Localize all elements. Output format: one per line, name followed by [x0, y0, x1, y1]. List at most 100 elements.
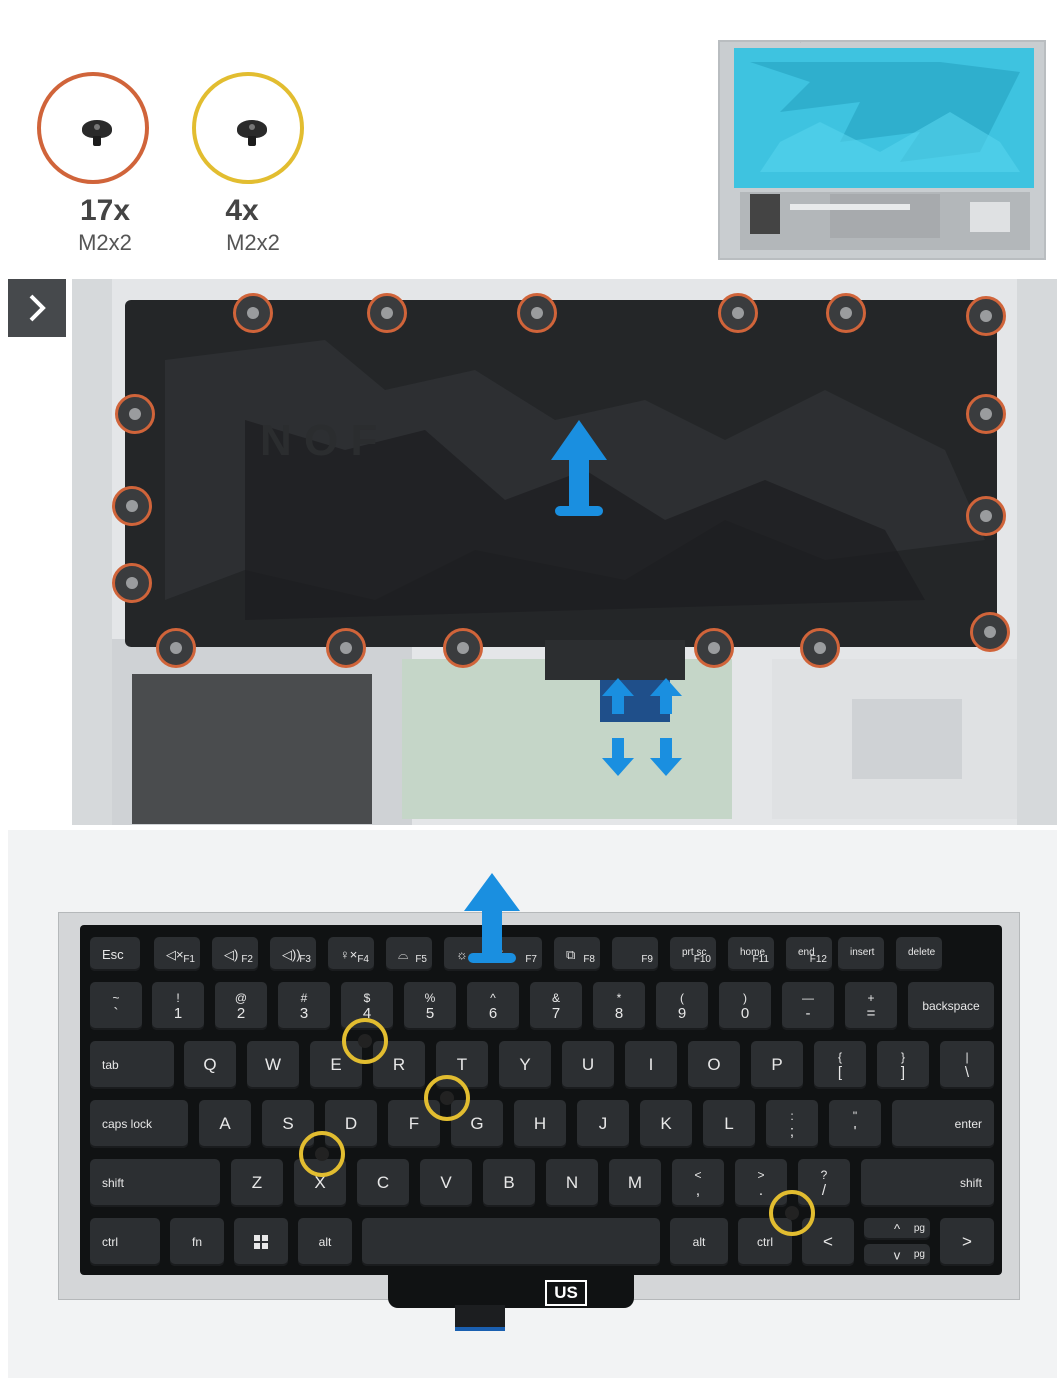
screw-orange [326, 628, 366, 668]
screw-orange [156, 628, 196, 668]
screw-orange [800, 628, 840, 668]
key-enter: enter [892, 1100, 994, 1148]
keyboard-layout-label: US [545, 1280, 587, 1306]
keyboard-flex-cable [545, 640, 685, 680]
key-shift-left: shift [90, 1159, 220, 1207]
key-up-arrow: ^ pg [864, 1218, 930, 1240]
key-right-bracket: }] [877, 1041, 929, 1089]
screw-orange [115, 394, 155, 434]
keyboard-flex-connector [455, 1305, 505, 1331]
key-caps-lock: caps lock [90, 1100, 188, 1148]
screw-orange [966, 496, 1006, 536]
key-l: L [703, 1100, 755, 1148]
key-0: ) 0 [719, 982, 771, 1030]
key-2: @2 [215, 982, 267, 1030]
windows-icon [254, 1235, 268, 1249]
key-y: Y [499, 1041, 551, 1089]
key-home: home F11 [728, 937, 774, 971]
key-ctrl-left: ctrl [90, 1218, 160, 1266]
key-alt-left: alt [298, 1218, 352, 1266]
screw-yellow [769, 1190, 815, 1236]
key-z: Z [231, 1159, 283, 1207]
key-right-arrow: > [940, 1218, 994, 1266]
screw-orange [112, 486, 152, 526]
key-f2: ◁) F2 [212, 937, 258, 971]
key-9: (9 [656, 982, 708, 1030]
screw-yellow-qty: 4x [225, 194, 259, 227]
screw-orange-qty: 17x [79, 194, 131, 227]
key-fn: fn [170, 1218, 224, 1266]
backlight-icon: ⌓ [398, 947, 409, 962]
screw-orange [112, 563, 152, 603]
key-esc: Esc [90, 937, 140, 971]
chevron-right-icon [29, 294, 46, 322]
key-quote: " ' [829, 1100, 881, 1148]
screw-yellow-ring [192, 72, 304, 184]
key-o: O [688, 1041, 740, 1089]
key-backtick: ~ ` [90, 982, 142, 1030]
key-1: ! 1 [152, 982, 204, 1030]
key-5: % 5 [404, 982, 456, 1030]
key-left-bracket: {[ [814, 1041, 866, 1089]
key-f1: ◁× F1 [154, 937, 200, 971]
key-f4: ♀× F4 [328, 937, 374, 971]
key-backspace: backspace [908, 982, 994, 1030]
screw-orange [966, 296, 1006, 336]
key-u: U [562, 1041, 614, 1089]
key-v: V [420, 1159, 472, 1207]
key-end: end F12 [786, 937, 832, 971]
key-f8: ⧉ F8 [554, 937, 600, 971]
key-w: W [247, 1041, 299, 1089]
key-f3: ◁)) F3 [270, 937, 316, 971]
key-6: ^ 6 [467, 982, 519, 1030]
key-j: J [577, 1100, 629, 1148]
key-space [362, 1218, 660, 1266]
key-f5: ⌓ F5 [386, 937, 432, 971]
key-c: C [357, 1159, 409, 1207]
screw-yellow-size: M2x2 [226, 230, 280, 255]
key-a: A [199, 1100, 251, 1148]
screw-orange [718, 293, 758, 333]
lift-arrow-icon [464, 873, 520, 963]
screw-orange [970, 612, 1010, 652]
overview-thumbnail [718, 40, 1046, 260]
cable-disconnect-arrows-icon [602, 678, 682, 776]
mic-mute-icon: ♀× [340, 947, 358, 962]
key-q: Q [184, 1041, 236, 1089]
key-windows [234, 1218, 288, 1266]
screw-orange [443, 628, 483, 668]
screw-orange [694, 628, 734, 668]
key-b: B [483, 1159, 535, 1207]
volume-down-icon: ◁) [224, 947, 239, 962]
key-semicolon: :; [766, 1100, 818, 1148]
key-down-arrow: v pg [864, 1244, 930, 1266]
screw-orange [826, 293, 866, 333]
screw-orange [517, 293, 557, 333]
key-comma: <, [672, 1159, 724, 1207]
svg-text:N O F: N O F [260, 416, 377, 465]
step-1-badge [8, 279, 66, 337]
screw-orange [233, 293, 273, 333]
key-n: N [546, 1159, 598, 1207]
key-alt-right: alt [670, 1218, 728, 1266]
key-k: K [640, 1100, 692, 1148]
key-insert: insert [838, 937, 884, 971]
key-3: #3 [278, 982, 330, 1030]
volume-up-icon: ◁)) [282, 947, 301, 962]
key-shift-right: shift [861, 1159, 994, 1207]
key-f9: F9 [612, 937, 658, 971]
keyboard-flex-tail [388, 1272, 634, 1308]
display-switch-icon: ⧉ [566, 947, 576, 962]
mute-icon: ◁× [166, 947, 184, 962]
key-8: * 8 [593, 982, 645, 1030]
screw-orange [367, 293, 407, 333]
key-7: & 7 [530, 982, 582, 1030]
key-tab: tab [90, 1041, 174, 1089]
key-h: H [514, 1100, 566, 1148]
key-p: P [751, 1041, 803, 1089]
screw-yellow [424, 1075, 470, 1121]
key-i: I [625, 1041, 677, 1089]
key-prtsc: prt sc F10 [670, 937, 716, 971]
screw-yellow [299, 1131, 345, 1177]
key-equals: + = [845, 982, 897, 1030]
